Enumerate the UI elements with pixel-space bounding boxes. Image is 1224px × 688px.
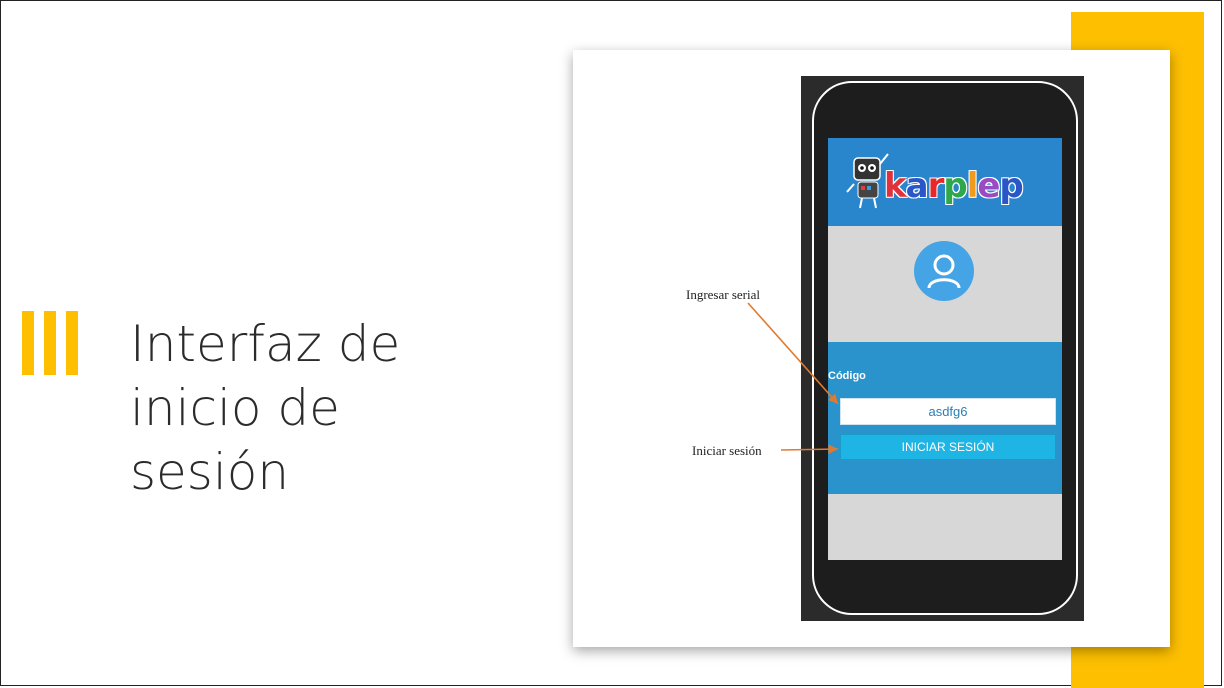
logo-letter: k xyxy=(884,166,907,206)
login-callout: Iniciar sesión xyxy=(692,443,762,458)
logo-letter: p xyxy=(999,166,1023,206)
app-header: karplep xyxy=(828,138,1062,226)
user-avatar-icon xyxy=(914,241,974,301)
title-line: Interfaz de xyxy=(130,315,401,373)
title-accent-bars xyxy=(22,311,82,375)
logo-letter: e xyxy=(977,166,1000,206)
logo-text: karplep xyxy=(884,166,1024,206)
title-line: inicio de xyxy=(130,379,340,437)
app-logo: karplep xyxy=(846,146,1056,218)
logo-letter: l xyxy=(966,166,979,206)
serial-input[interactable]: asdfg6 xyxy=(840,398,1056,425)
logo-letter: p xyxy=(943,166,967,206)
serial-callout: Ingresar serial xyxy=(686,287,760,302)
logo-letter: r xyxy=(927,166,945,206)
logo-letter: a xyxy=(905,166,929,206)
title-line: sesión xyxy=(130,443,290,501)
code-label: Código xyxy=(828,370,866,382)
login-button[interactable]: INICIAR SESIÓN xyxy=(840,434,1056,460)
phone-screen: karplep Código asdfg6 INICIAR SESIÓN xyxy=(828,138,1062,560)
avatar-area xyxy=(828,226,1062,342)
slide-title: Interfaz de inicio de sesión xyxy=(130,312,490,504)
login-panel: Código asdfg6 INICIAR SESIÓN xyxy=(828,342,1062,494)
